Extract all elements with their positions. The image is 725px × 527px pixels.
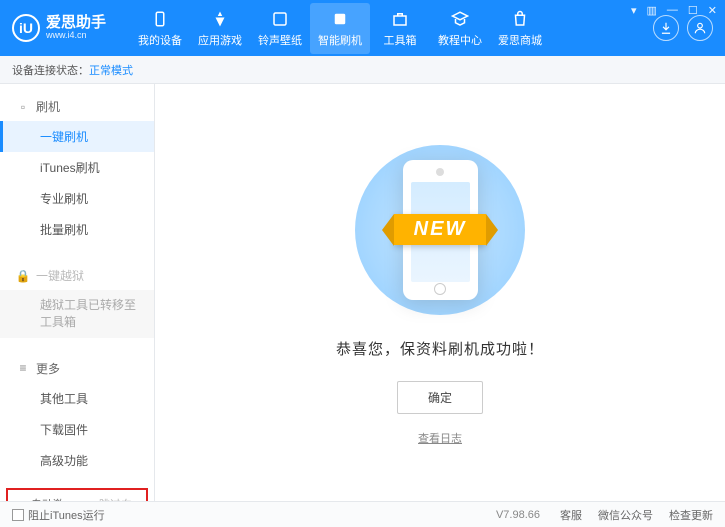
- close-btn[interactable]: ✕: [708, 4, 717, 17]
- nav-store[interactable]: 爱思商城: [490, 3, 550, 54]
- sb-item-oneclick[interactable]: 一键刷机: [0, 121, 154, 152]
- skin-btn[interactable]: ▥: [647, 4, 657, 17]
- more-icon: ≡: [16, 361, 30, 375]
- nav-tutorials[interactable]: 教程中心: [430, 3, 490, 54]
- sidebar: ▫ 刷机 一键刷机 iTunes刷机 专业刷机 批量刷机 🔒 一键越狱 越狱工具…: [0, 84, 155, 501]
- sb-item-advanced[interactable]: 高级功能: [0, 445, 154, 476]
- download-btn[interactable]: [653, 15, 679, 41]
- confirm-button[interactable]: 确定: [397, 381, 483, 414]
- version: V7.98.66: [496, 509, 540, 521]
- success-illustration: NEW: [340, 140, 540, 320]
- sb-item-othertools[interactable]: 其他工具: [0, 383, 154, 414]
- view-log-link[interactable]: 查看日志: [418, 430, 462, 446]
- logo: iU 爱思助手 www.i4.cn: [12, 14, 106, 42]
- main-content: NEW 恭喜您，保资料刷机成功啦！ 确定 查看日志: [155, 84, 725, 501]
- checkbox-icon: [12, 509, 24, 521]
- header: iU 爱思助手 www.i4.cn 我的设备 应用游戏 铃声壁纸 智能刷机 工具…: [0, 0, 725, 56]
- app-url: www.i4.cn: [46, 31, 106, 41]
- store-icon: [510, 9, 530, 29]
- tutorial-icon: [450, 9, 470, 29]
- main-nav: 我的设备 应用游戏 铃声壁纸 智能刷机 工具箱 教程中心 爱思商城: [130, 3, 653, 54]
- sb-item-download-fw[interactable]: 下载固件: [0, 414, 154, 445]
- toolbox-icon: [390, 9, 410, 29]
- footer-link-wechat[interactable]: 微信公众号: [598, 507, 653, 523]
- footer: 阻止iTunes运行 V7.98.66 客服 微信公众号 检查更新: [0, 501, 725, 527]
- nav-toolbox[interactable]: 工具箱: [370, 3, 430, 54]
- sb-jailbreak-note: 越狱工具已转移至工具箱: [0, 290, 154, 338]
- sb-item-itunes[interactable]: iTunes刷机: [0, 152, 154, 183]
- logo-icon: iU: [12, 14, 40, 42]
- nav-flash[interactable]: 智能刷机: [310, 3, 370, 54]
- sb-jailbreak-header[interactable]: 🔒 一键越狱: [0, 261, 154, 290]
- device-icon: [150, 9, 170, 29]
- nav-apps[interactable]: 应用游戏: [190, 3, 250, 54]
- sb-item-pro[interactable]: 专业刷机: [0, 183, 154, 214]
- sb-item-batch[interactable]: 批量刷机: [0, 214, 154, 245]
- checkbox-skip-guide: 跳过向导: [84, 496, 138, 501]
- app-title: 爱思助手: [46, 15, 106, 32]
- sb-more-header[interactable]: ≡ 更多: [0, 354, 154, 383]
- nav-ringtones[interactable]: 铃声壁纸: [250, 3, 310, 54]
- apps-icon: [210, 9, 230, 29]
- lock-icon: 🔒: [16, 269, 30, 283]
- status-value: 正常模式: [89, 62, 133, 78]
- new-ribbon: NEW: [394, 214, 487, 245]
- wallpaper-icon: [270, 9, 290, 29]
- checkbox-block-itunes[interactable]: 阻止iTunes运行: [12, 507, 105, 523]
- window-controls: ▾ ▥ — ☐ ✕: [631, 4, 717, 17]
- sb-flash-header[interactable]: ▫ 刷机: [0, 92, 154, 121]
- menu-btn[interactable]: ▾: [631, 4, 637, 17]
- nav-my-device[interactable]: 我的设备: [130, 3, 190, 54]
- minimize-btn[interactable]: —: [667, 4, 678, 17]
- user-btn[interactable]: [687, 15, 713, 41]
- footer-link-update[interactable]: 检查更新: [669, 507, 713, 523]
- highlight-box: 自动激活 跳过向导: [6, 488, 148, 501]
- flash-icon: [330, 9, 350, 29]
- success-message: 恭喜您，保资料刷机成功啦！: [336, 338, 544, 359]
- maximize-btn[interactable]: ☐: [688, 4, 698, 17]
- footer-link-support[interactable]: 客服: [560, 507, 582, 523]
- checkbox-auto-activate[interactable]: 自动激活: [16, 496, 70, 501]
- flash-section-icon: ▫: [16, 100, 30, 114]
- status-label: 设备连接状态：: [12, 62, 89, 78]
- status-bar: 设备连接状态： 正常模式: [0, 56, 725, 84]
